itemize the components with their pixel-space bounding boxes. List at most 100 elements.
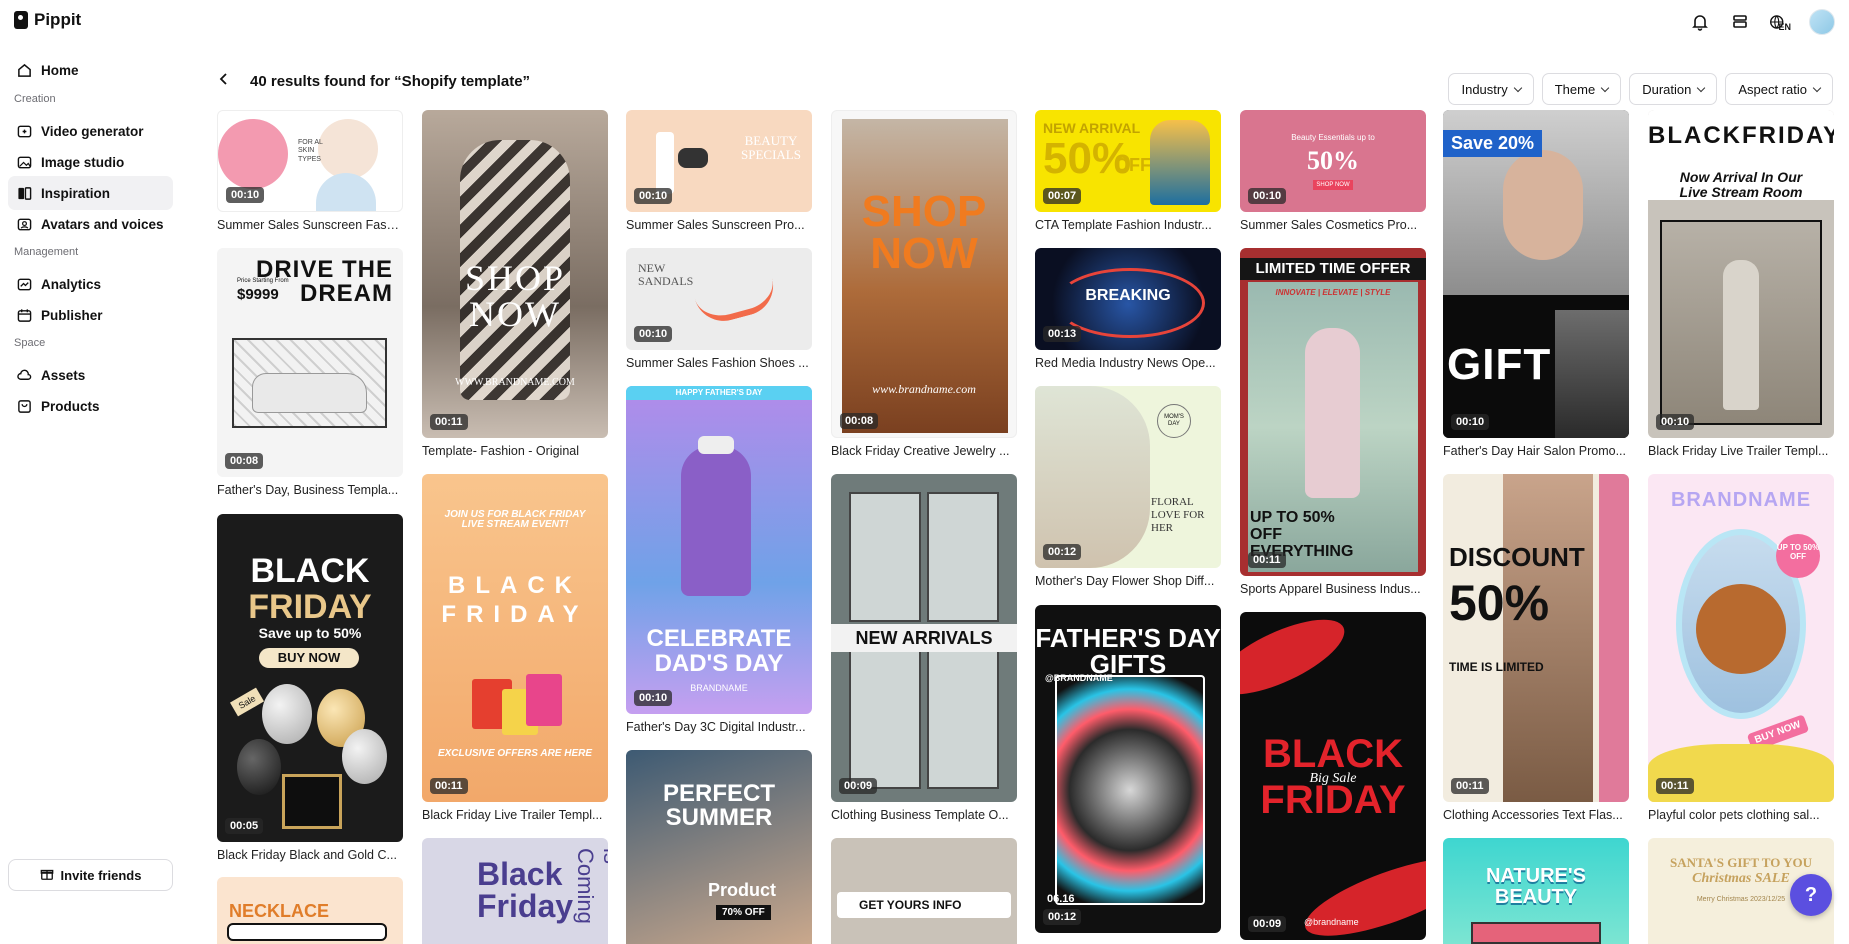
overlay-title: GET YOURS INFO	[837, 892, 1011, 918]
balloon	[262, 684, 312, 744]
sidebar-item-inspiration[interactable]: Inspiration	[8, 176, 173, 210]
chevron-down-icon	[1697, 83, 1706, 92]
template-card[interactable]: Save 20% GIFT 00:10 Father's Day Hair Sa…	[1443, 110, 1629, 458]
template-caption: Summer Sales Cosmetics Pro...	[1240, 218, 1418, 232]
filter-duration[interactable]: Duration	[1629, 73, 1718, 105]
template-card[interactable]: DISCOUNT 50% TIME IS LIMITED 00:11 Cloth…	[1443, 474, 1629, 822]
sidebar-item-publisher[interactable]: Publisher	[8, 298, 173, 332]
sidebar-item-assets[interactable]: Assets	[8, 358, 173, 392]
user-avatar[interactable]	[1809, 9, 1835, 35]
template-caption: Black Friday Live Trailer Templ...	[1648, 444, 1829, 458]
chevron-down-icon	[1600, 83, 1610, 92]
help-button[interactable]: ?	[1790, 874, 1832, 916]
bell-icon[interactable]	[1689, 11, 1711, 33]
duration-badge: 00:05	[225, 818, 264, 834]
template-card[interactable]: BLACK FRIDAY Save up to 50% BUY NOW Sale…	[217, 514, 403, 862]
discount-badge: 70% OFF	[716, 905, 771, 920]
template-card[interactable]: BLACK Big Sale FRIDAY @brandname 00:09	[1240, 612, 1426, 940]
calendar-icon	[16, 307, 32, 323]
person-figure	[1150, 120, 1210, 205]
pippit-logo-icon	[14, 11, 28, 29]
balloon	[237, 739, 281, 795]
template-thumbnail: MOM'S DAY FLORAL LOVE FOR HER 00:12	[1035, 386, 1221, 568]
template-card[interactable]: NEW ARRIVAL 50% OFF 00:07 CTA Template F…	[1035, 110, 1221, 232]
filter-bar: Industry Theme Duration Aspect ratio	[1448, 73, 1833, 105]
overlay-button: SHOP NOW	[1313, 180, 1353, 190]
globe-icon[interactable]: EN	[1769, 11, 1791, 33]
barber-photo	[1555, 310, 1629, 438]
template-caption: Red Media Industry News Ope...	[1035, 356, 1216, 370]
template-card[interactable]: NECKLACE	[217, 877, 403, 944]
results-header: 40 results found for “Shopify template”	[218, 72, 530, 91]
duration-badge: 00:11	[1451, 778, 1489, 794]
vr-headset	[698, 436, 734, 454]
template-card[interactable]: DRIVE THE DREAM Price Starting From $999…	[217, 248, 403, 497]
template-card[interactable]: BLACKFRIDAY Now Arrival In Our Live Stre…	[1648, 110, 1834, 458]
template-card[interactable]: NEW ARRIVALS 00:09 Clothing Business Tem…	[831, 474, 1017, 822]
duration-badge: 00:10	[1451, 414, 1490, 430]
template-card[interactable]: LIMITED TIME OFFER INNOVATE | ELEVATE | …	[1240, 248, 1426, 596]
sidebar-item-home[interactable]: Home	[8, 53, 173, 87]
duration-badge: 00:13	[1043, 326, 1082, 342]
template-card[interactable]: SHOP NOW www.brandname.com 00:08 Black F…	[831, 110, 1017, 458]
sidebar-item-analytics[interactable]: Analytics	[8, 267, 173, 301]
filter-industry[interactable]: Industry	[1448, 73, 1534, 105]
template-card[interactable]: GET YOURS INFO	[831, 838, 1017, 944]
back-arrow-icon[interactable]	[218, 72, 232, 91]
overlay-title: NEW SANDALS	[638, 261, 694, 288]
photo-frame	[927, 492, 999, 622]
overlay-title: NEW ARRIVALS	[831, 624, 1017, 652]
template-card[interactable]: BRANDNAME UP TO 50% OFF BUY NOW 00:11 Pl…	[1648, 474, 1834, 822]
stack-icon[interactable]	[1729, 11, 1751, 33]
overlay-sub: INNOVATE | ELEVATE | STYLE	[1275, 288, 1391, 297]
template-caption: Father's Day 3C Digital Industr...	[626, 720, 806, 734]
app-root: Pippit EN Home Creation Video generator …	[0, 0, 1849, 944]
duration-badge: 00:10	[226, 187, 265, 203]
template-card[interactable]: BREAKING 00:13 Red Media Industry News O…	[1035, 248, 1221, 370]
template-card[interactable]: JOIN US FOR BLACK FRIDAY LIVE STREAM EVE…	[422, 474, 608, 822]
template-thumbnail: GET YOURS INFO	[831, 838, 1017, 944]
photo-frame	[849, 492, 921, 622]
template-caption: Mother's Day Flower Shop Diff...	[1035, 574, 1215, 588]
duration-badge: 00:10	[634, 326, 673, 342]
template-card[interactable]: PERFECT SUMMER Product 70% OFF	[626, 750, 812, 944]
template-card[interactable]: BEAUTY SPECIALS 00:10 Summer Sales Sunsc…	[626, 110, 812, 232]
template-card[interactable]: FOR AL SKIN TYPES 00:10 Summer Sales Sun…	[217, 110, 403, 232]
overlay-sub: www.brandname.com	[872, 382, 976, 396]
template-card[interactable]: MOM'S DAY FLORAL LOVE FOR HER 00:12 Moth…	[1035, 386, 1221, 588]
overlay-title-2: NOW	[469, 294, 561, 334]
sunglasses	[678, 148, 708, 168]
template-card[interactable]: SHOP NOW WWW.BRANDNAME.COM 00:11 Templat…	[422, 110, 608, 458]
template-card[interactable]: NATURE'S BEAUTY	[1443, 838, 1629, 944]
sidebar-item-image-studio[interactable]: Image studio	[8, 145, 173, 179]
duration-badge: 00:11	[430, 778, 468, 794]
filter-aspect-ratio[interactable]: Aspect ratio	[1725, 73, 1833, 105]
template-card[interactable]: NEW SANDALS 00:10 Summer Sales Fashion S…	[626, 248, 812, 370]
sidebar-item-avatars-voices[interactable]: Avatars and voices	[8, 207, 173, 241]
sidebar-item-products[interactable]: Products	[8, 389, 173, 423]
template-card[interactable]: Beauty Essentials up to 50% SHOP NOW 00:…	[1240, 110, 1426, 232]
template-card[interactable]: FATHER'S DAY GIFTS @BRANDNAME 06.16 00:1…	[1035, 605, 1221, 933]
sidebar-item-video-generator[interactable]: Video generator	[8, 114, 173, 148]
template-card[interactable]: HAPPY FATHER'S DAY CELEBRATE DAD'S DAY B…	[626, 386, 812, 734]
overlay-title: SANTA'S GIFT TO YOU	[1670, 855, 1812, 870]
template-thumbnail: Black Friday is Coming	[422, 838, 608, 944]
top-icons: EN	[1689, 9, 1835, 35]
filter-label: Aspect ratio	[1738, 81, 1807, 97]
template-thumbnail: NECKLACE	[217, 877, 403, 944]
duration-badge: 00:10	[634, 690, 673, 706]
overlay-handle: @brandname	[1304, 917, 1359, 927]
template-caption: Clothing Accessories Text Flas...	[1443, 808, 1623, 822]
template-thumbnail: Beauty Essentials up to 50% SHOP NOW 00:…	[1240, 110, 1426, 212]
overlay-date: 06.16	[1047, 893, 1075, 905]
invite-friends-button[interactable]: Invite friends	[8, 859, 173, 891]
filter-label: Duration	[1642, 81, 1692, 97]
app-logo[interactable]: Pippit	[14, 10, 81, 30]
sidebar-item-label: Avatars and voices	[41, 216, 164, 232]
template-thumbnail: BREAKING 00:13	[1035, 248, 1221, 350]
overlay-side: is Coming	[573, 848, 608, 924]
filter-theme[interactable]: Theme	[1541, 73, 1622, 105]
template-card[interactable]: Black Friday is Coming	[422, 838, 608, 944]
template-caption: Summer Sales Sunscreen Pro...	[626, 218, 805, 232]
template-thumbnail: NEW SANDALS 00:10	[626, 248, 812, 350]
